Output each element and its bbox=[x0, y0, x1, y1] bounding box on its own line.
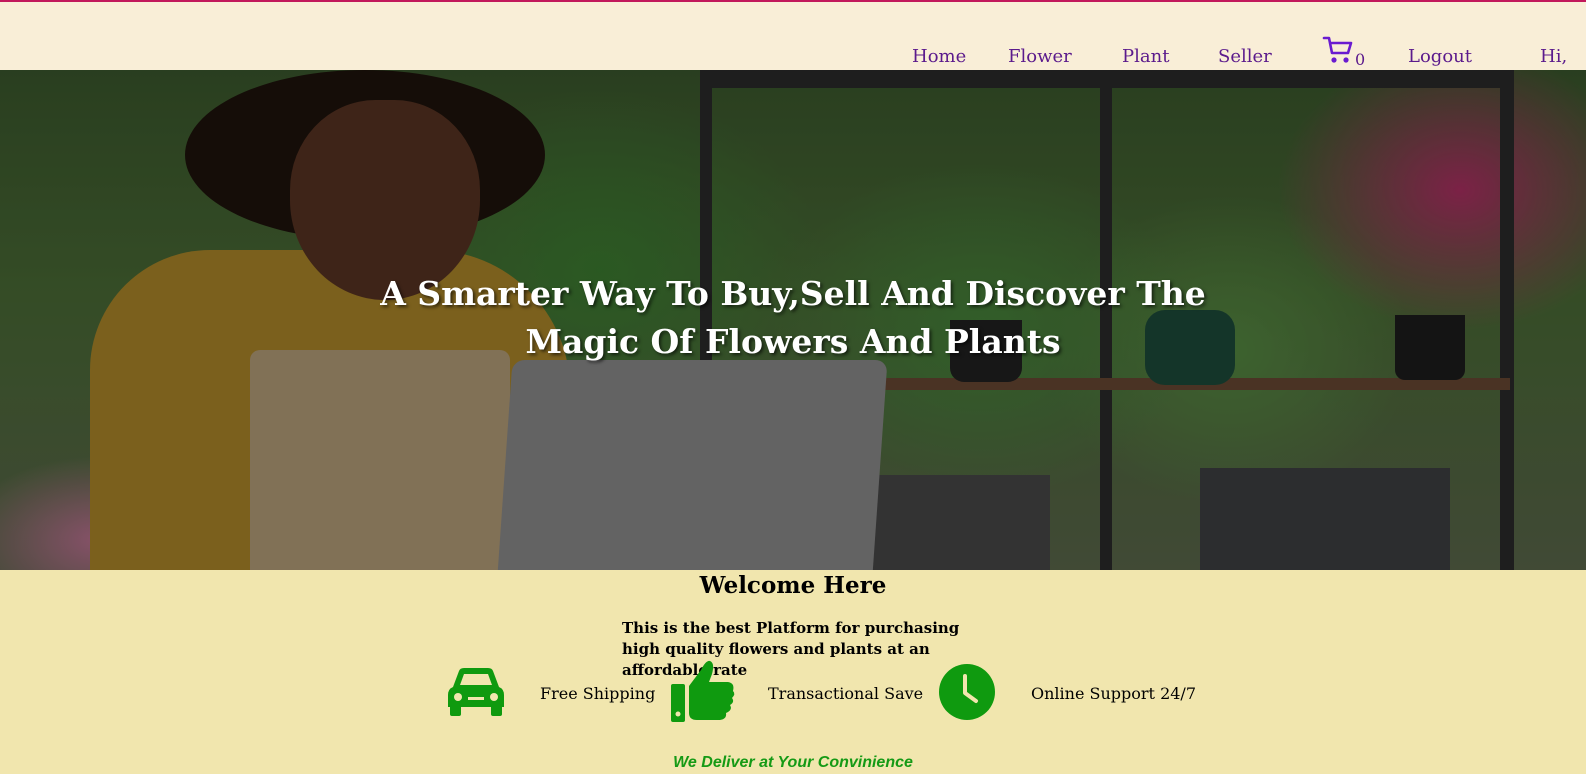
cart-count-badge: 0 bbox=[1355, 50, 1366, 69]
cart-button[interactable] bbox=[1322, 35, 1354, 65]
feature-free-shipping-label: Free Shipping bbox=[540, 684, 656, 703]
hero-title: A Smarter Way To Buy,Sell And Discover T… bbox=[380, 270, 1206, 366]
nav-flower-link[interactable]: Flower bbox=[1008, 46, 1072, 67]
car-icon bbox=[448, 668, 504, 716]
welcome-title: Welcome Here bbox=[699, 572, 887, 599]
feature-transactional-save-label: Transactional Save bbox=[768, 684, 924, 703]
clock-icon bbox=[939, 664, 995, 720]
delivery-tagline: We Deliver at Your Convinience bbox=[673, 754, 913, 771]
shopping-cart-icon bbox=[1322, 36, 1353, 63]
user-greeting: Hi, bbox=[1540, 46, 1568, 67]
hero-title-line1: A Smarter Way To Buy,Sell And Discover T… bbox=[380, 274, 1206, 313]
hero-title-line2: Magic Of Flowers And Plants bbox=[525, 322, 1061, 361]
nav-seller-link[interactable]: Seller bbox=[1218, 46, 1272, 67]
logout-link[interactable]: Logout bbox=[1408, 46, 1472, 67]
hero-banner: A Smarter Way To Buy,Sell And Discover T… bbox=[0, 70, 1586, 570]
navbar: Home Flower Plant Seller 0 Logout Hi, bbox=[0, 2, 1586, 70]
feature-online-support-label: Online Support 24/7 bbox=[1031, 684, 1196, 703]
nav-plant-link[interactable]: Plant bbox=[1122, 46, 1169, 67]
nav-home-link[interactable]: Home bbox=[912, 46, 966, 67]
thumbs-up-icon bbox=[671, 660, 735, 722]
